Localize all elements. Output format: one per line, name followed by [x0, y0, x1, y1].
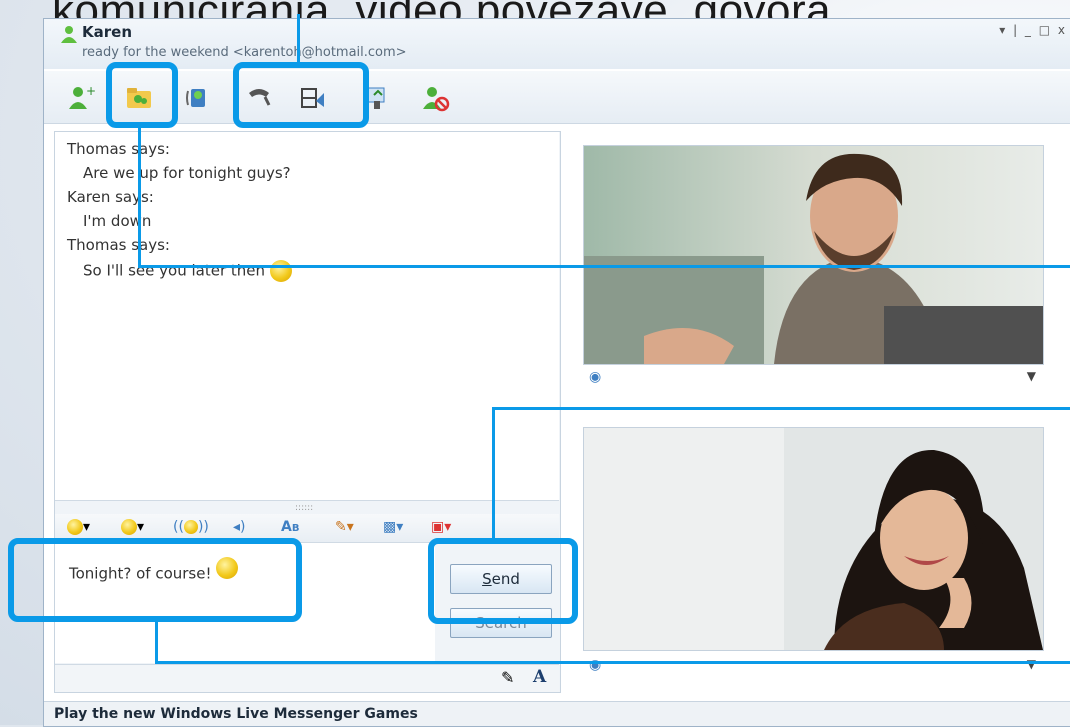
emoticon-icon[interactable]: ▾	[67, 519, 90, 535]
webcam-icon[interactable]	[182, 81, 216, 115]
contact-name: Karen	[82, 23, 132, 41]
invite-contact-icon[interactable]: +	[64, 81, 98, 115]
webcam-small-icon[interactable]: ◉	[589, 657, 601, 673]
font-icon[interactable]: AB	[281, 519, 299, 535]
handwriting-icon[interactable]: ✎	[501, 668, 514, 687]
highlight-share-folders	[106, 62, 178, 128]
wink-icon[interactable]: ▾	[121, 519, 144, 535]
chevron-down-icon[interactable]: ▼	[1027, 657, 1036, 671]
connector-line	[492, 407, 1070, 410]
background-icon[interactable]: ▩▾	[383, 519, 403, 535]
connector-line	[492, 407, 495, 540]
status-bar-text[interactable]: Play the new Windows Live Messenger Game…	[54, 706, 418, 722]
gift-icon[interactable]: ▣▾	[431, 519, 451, 535]
contact-video-controls: ◉ ▼	[583, 367, 1042, 391]
connector-line	[297, 14, 300, 64]
contact-status: ready for the weekend <karentoh@hotmail.…	[82, 45, 407, 60]
chat-line: I'm down	[83, 212, 152, 230]
input-bottom-row: ✎ A	[55, 664, 559, 692]
chat-line: Thomas says:	[67, 140, 170, 158]
self-video-controls: ◉ ▼	[583, 655, 1042, 679]
status-bar: Play the new Windows Live Messenger Game…	[44, 701, 1070, 726]
connector-line	[138, 265, 1070, 268]
chat-line: Thomas says:	[67, 236, 170, 254]
splitter-grip[interactable]: ::::::	[295, 503, 313, 513]
chat-line: Are we up for tonight guys?	[83, 164, 291, 182]
svg-text:+: +	[86, 84, 96, 98]
text-mode-icon[interactable]: A	[533, 667, 546, 687]
video-pane: ◉ ▼ ◉ ▼	[569, 131, 1059, 691]
block-contact-icon[interactable]	[418, 81, 452, 115]
self-video	[583, 427, 1044, 651]
chevron-down-icon[interactable]: ▼	[1027, 369, 1036, 383]
window-controls[interactable]: ▾ | _ □ x	[999, 23, 1067, 37]
conversation-toolbar: +	[44, 71, 1070, 124]
highlight-call-video	[233, 62, 369, 128]
highlight-message-input	[8, 538, 302, 622]
connector-line	[138, 126, 141, 268]
connector-line	[155, 661, 1070, 664]
highlight-send-button	[428, 538, 578, 624]
wink-emoticon-icon	[269, 260, 292, 282]
contact-icon	[61, 26, 77, 43]
contact-video	[583, 145, 1044, 365]
chat-line: So I'll see you later then	[83, 260, 292, 282]
webcam-small-icon[interactable]: ◉	[589, 369, 601, 385]
nudge-icon[interactable]: (())	[173, 519, 209, 535]
draw-icon[interactable]: ✎▾	[335, 519, 354, 535]
chat-history[interactable]: Thomas says: Are we up for tonight guys?…	[55, 132, 559, 501]
voice-clip-icon[interactable]: ◂)	[233, 519, 246, 535]
title-bar: Karen ready for the weekend <karentoh@ho…	[44, 19, 1070, 69]
connector-line	[155, 620, 158, 664]
